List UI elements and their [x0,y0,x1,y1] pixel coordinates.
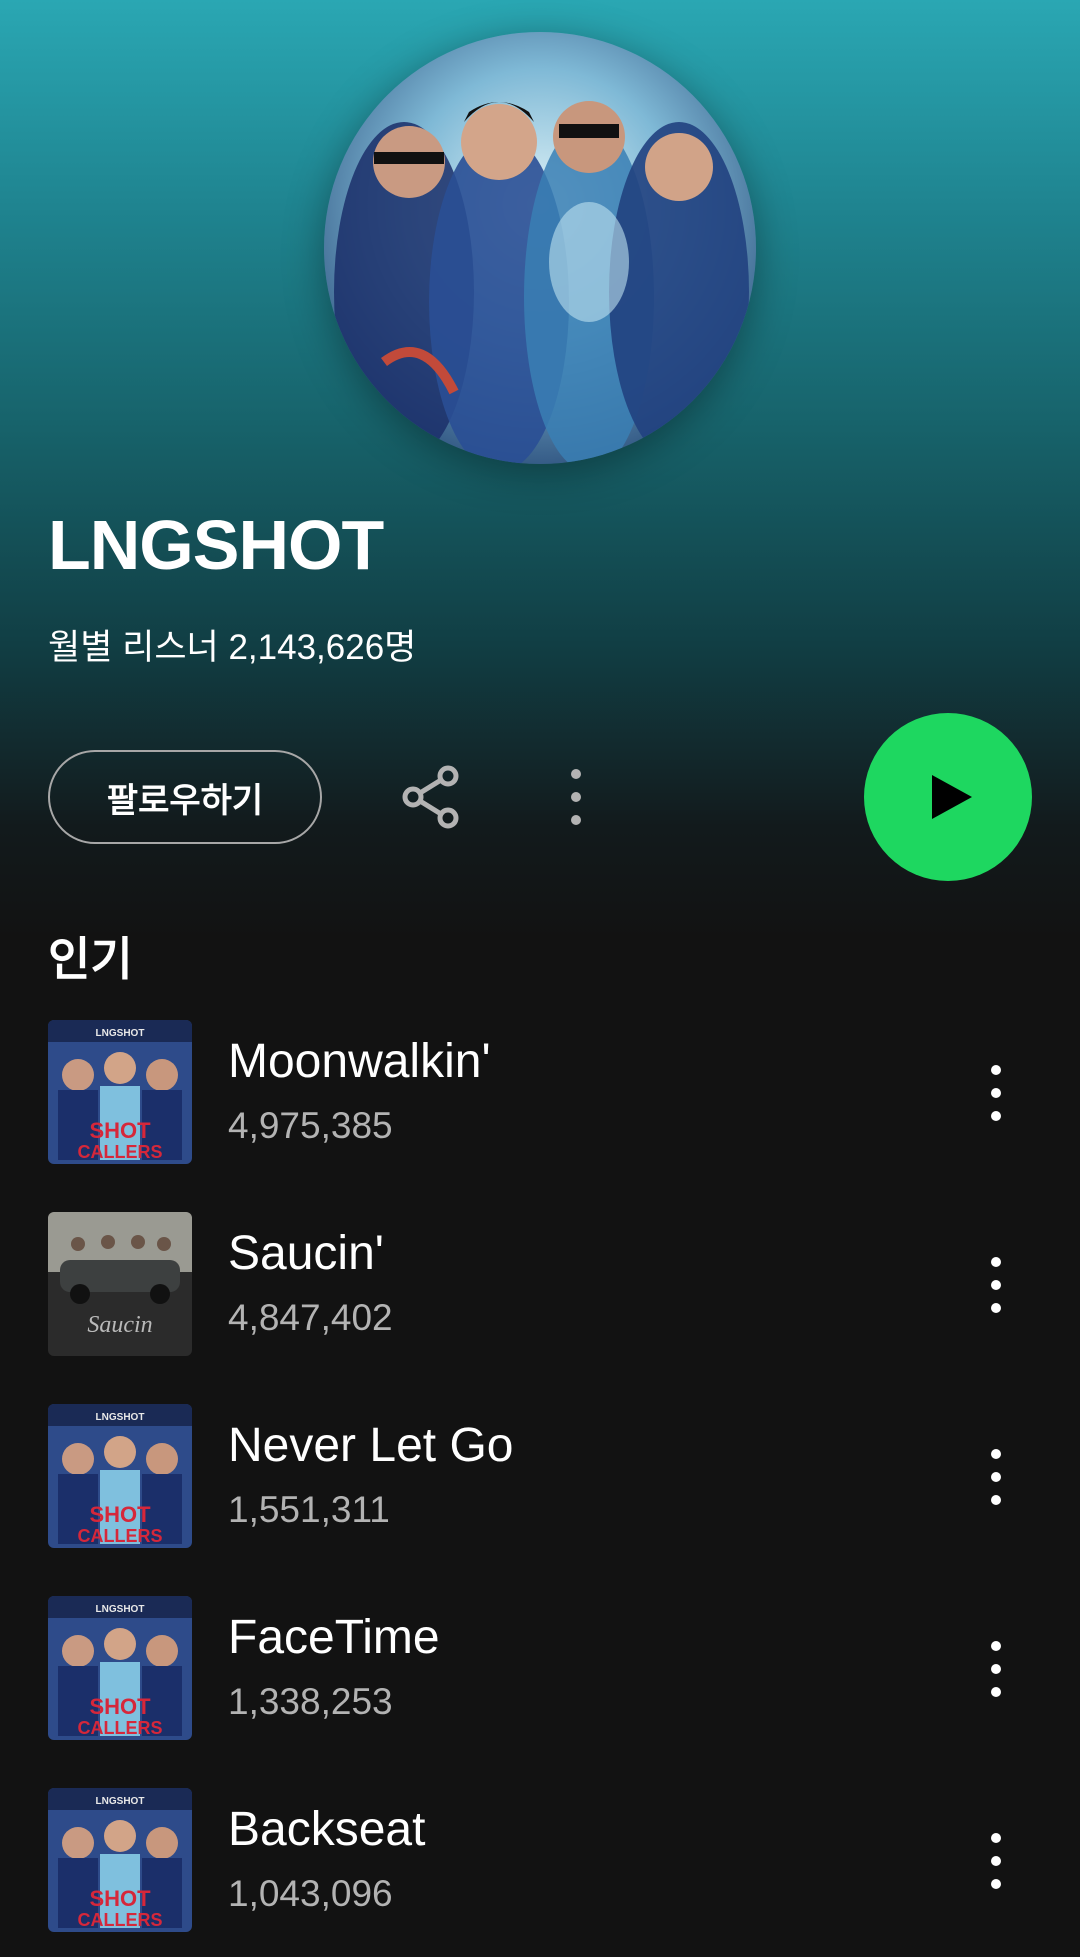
monthly-listeners: 월별 리스너 2,143,626명 [48,628,417,667]
album-art: LNGSHOT SHOT CALLERS [48,1020,192,1164]
album-art: LNGSHOT SHOT CALLERS [48,1788,192,1932]
track-plays: 4,975,385 [228,1105,393,1146]
svg-text:LNGSHOT: LNGSHOT [96,1796,145,1807]
track-title: Moonwalkin' [228,1035,491,1088]
album-art: LNGSHOT SHOT CALLERS [48,1404,192,1548]
album-art: LNGSHOT SHOT CALLERS [48,1596,192,1740]
svg-text:CALLERS: CALLERS [78,1142,163,1162]
popular-tracks-list: LNGSHOT SHOT CALLERS Moonwalkin' 4,975,3… [0,1018,1080,1957]
track-row[interactable]: LNGSHOT SHOT CALLERS Backseat 1,043,096 [0,1786,1080,1957]
track-row[interactable]: LNGSHOT SHOT CALLERS FaceTime 1,338,253 [0,1594,1080,1786]
track-row[interactable]: LNGSHOT SHOT CALLERS Moonwalkin' 4,975,3… [0,1018,1080,1210]
track-title: FaceTime [228,1611,440,1664]
track-plays: 4,847,402 [228,1297,393,1338]
svg-text:CALLERS: CALLERS [78,1526,163,1546]
svg-text:SHOT: SHOT [89,1886,151,1911]
track-plays: 1,043,096 [228,1873,393,1914]
artist-avatar [324,32,756,464]
svg-text:CALLERS: CALLERS [78,1718,163,1738]
play-button[interactable] [864,713,1032,881]
track-plays: 1,338,253 [228,1681,393,1722]
track-title: Never Let Go [228,1419,514,1472]
artist-name: LNGSHOT [48,506,384,584]
svg-text:Saucin: Saucin [87,1312,152,1338]
more-vertical-icon[interactable] [976,1250,1016,1320]
album-art: Saucin [48,1212,192,1356]
follow-button[interactable]: 팔로우하기 [48,750,322,844]
svg-text:LNGSHOT: LNGSHOT [96,1604,145,1615]
popular-section-title: 인기 [48,933,133,985]
svg-text:SHOT: SHOT [89,1502,151,1527]
track-title: Backseat [228,1803,426,1856]
play-icon [932,775,972,819]
svg-text:LNGSHOT: LNGSHOT [96,1028,145,1039]
track-row[interactable]: LNGSHOT SHOT CALLERS Never Let Go 1,551,… [0,1402,1080,1594]
svg-text:SHOT: SHOT [89,1694,151,1719]
svg-text:LNGSHOT: LNGSHOT [96,1412,145,1423]
track-title: Saucin' [228,1227,384,1280]
svg-text:SHOT: SHOT [89,1118,151,1143]
more-vertical-icon[interactable] [976,1634,1016,1704]
svg-text:CALLERS: CALLERS [78,1910,163,1930]
track-row[interactable]: Saucin Saucin' 4,847,402 [0,1210,1080,1402]
more-vertical-icon[interactable] [976,1826,1016,1896]
artist-page: LNGSHOT 월별 리스너 2,143,626명 팔로우하기 인기 LNGSH… [0,0,1080,1957]
track-plays: 1,551,311 [228,1489,390,1530]
share-icon[interactable] [396,762,466,832]
more-vertical-icon[interactable] [976,1058,1016,1128]
more-vertical-icon[interactable] [556,762,596,832]
more-vertical-icon[interactable] [976,1442,1016,1512]
